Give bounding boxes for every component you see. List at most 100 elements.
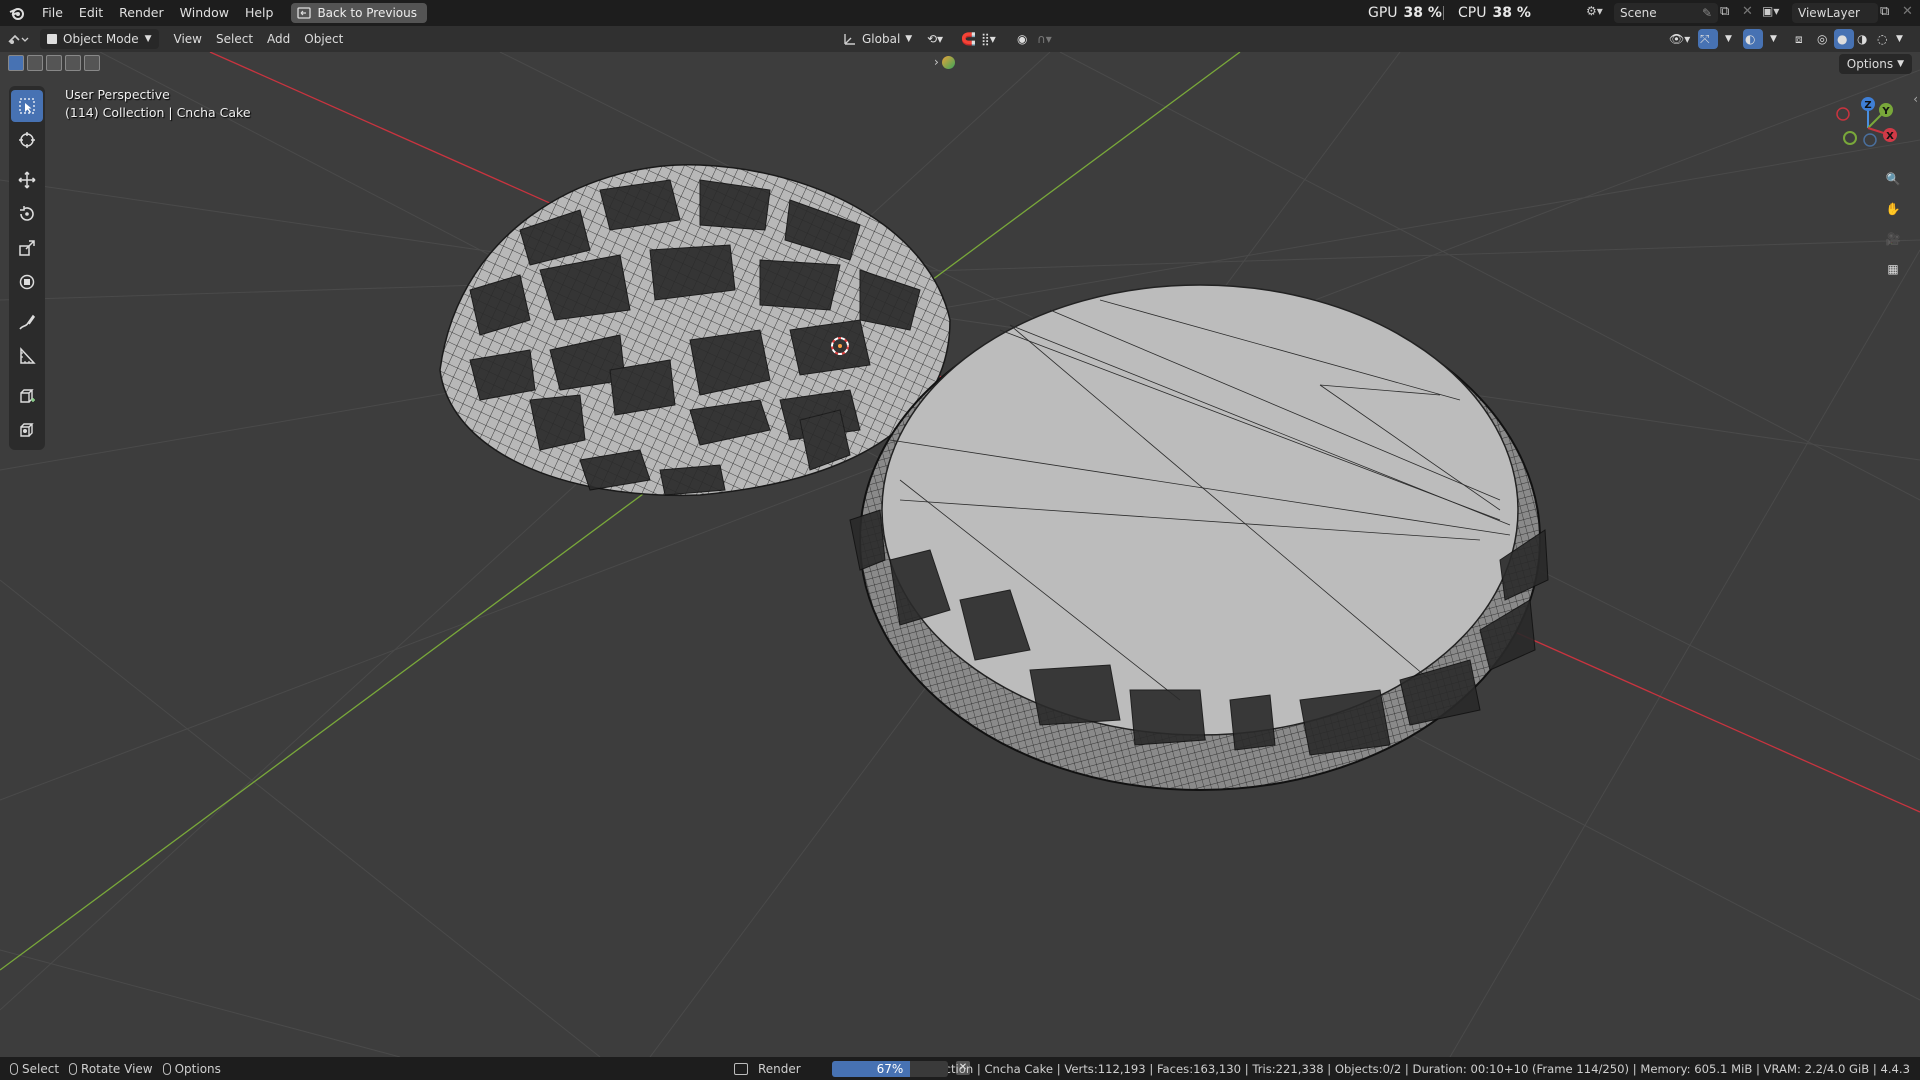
options-label: Options: [1846, 57, 1894, 71]
menu-render[interactable]: Render: [111, 2, 172, 24]
chevron-down-icon: ▼: [144, 34, 152, 44]
snap-target-icon[interactable]: ⣿▾: [974, 29, 1003, 49]
menu-view[interactable]: View: [167, 29, 209, 49]
3d-viewport[interactable]: › Options ▼ ‹ Z Y X 🔍 ✋ 🎥 ▦: [0, 52, 1920, 1057]
svg-text:Z: Z: [1864, 100, 1871, 111]
new-viewlayer-icon[interactable]: ⧉: [1880, 4, 1889, 19]
scene-selector-icon[interactable]: ⚙▾: [1586, 4, 1612, 22]
annotate-tool-icon[interactable]: [11, 306, 43, 338]
object-mode-dropdown[interactable]: Object Mode ▼: [40, 29, 159, 49]
perspective-grid-icon[interactable]: ▦: [1878, 254, 1908, 284]
object-mode-icon: [47, 34, 57, 44]
select-invert-icon[interactable]: [65, 55, 81, 71]
options-dropdown[interactable]: Options ▼: [1838, 54, 1912, 74]
delete-scene-icon[interactable]: ✕: [1742, 4, 1753, 19]
blender-logo-icon[interactable]: [0, 5, 34, 21]
viewport-scene: [0, 52, 1920, 1057]
delete-viewlayer-icon[interactable]: ✕: [1902, 4, 1913, 19]
scale-tool-icon[interactable]: [11, 232, 43, 264]
mouse-middle-icon: [69, 1062, 78, 1075]
back-to-previous-button[interactable]: Back to Previous: [291, 3, 427, 23]
rendered-shading-icon[interactable]: ◌: [1874, 29, 1894, 49]
material-shading-icon[interactable]: ◑: [1854, 29, 1874, 49]
orientation-axes-icon: [844, 34, 855, 45]
cpu-value: 38 %: [1492, 5, 1531, 21]
render-progress-text: 67%: [876, 1062, 904, 1076]
region-toggle-icon[interactable]: ›: [934, 55, 955, 69]
menu-help[interactable]: Help: [237, 2, 282, 24]
scene-name: Scene: [1620, 6, 1657, 20]
svg-text:Y: Y: [1881, 106, 1890, 117]
menu-file[interactable]: File: [34, 2, 71, 24]
xray-toggle-icon[interactable]: ⧈: [1788, 29, 1810, 49]
back-to-previous-label: Back to Previous: [317, 6, 417, 20]
render-progress-bar: 67%: [832, 1061, 948, 1077]
shading-dropdown-icon[interactable]: ▼: [1894, 29, 1910, 49]
new-scene-icon[interactable]: ⧉: [1720, 4, 1729, 19]
overlays-toggle-icon[interactable]: ◐: [1743, 29, 1763, 49]
select-box-tool-icon[interactable]: [11, 90, 43, 122]
hint-select-label: Select: [22, 1061, 60, 1076]
chevron-down-icon: ▼: [905, 34, 913, 44]
select-intersect-icon[interactable]: [84, 55, 100, 71]
editor-type-icon[interactable]: [0, 29, 36, 49]
pivot-point-icon[interactable]: ⟲▾: [920, 29, 950, 49]
sidebar-toggle-icon[interactable]: ‹: [1913, 92, 1918, 106]
transform-tool-icon[interactable]: [11, 266, 43, 298]
add-cube-tool-icon[interactable]: [11, 380, 43, 412]
hint-options-label: Options: [174, 1061, 221, 1076]
cpu-label: CPU: [1458, 5, 1487, 21]
falloff-icon[interactable]: ∩▾: [1030, 29, 1059, 49]
cake-mesh[interactable]: [849, 284, 1549, 791]
menu-add[interactable]: Add: [260, 29, 297, 49]
status-hint-options: Options: [162, 1061, 221, 1076]
rotate-tool-icon[interactable]: [11, 198, 43, 230]
viewport-info: User Perspective (114) Collection | Cnch…: [65, 86, 251, 122]
measure-tool-icon[interactable]: [11, 340, 43, 372]
pin-icon[interactable]: ✎: [1702, 6, 1712, 20]
solid-shading-icon[interactable]: ●: [1834, 29, 1854, 49]
navigation-gizmo[interactable]: Z Y X: [1832, 92, 1902, 162]
transform-orientation-dropdown[interactable]: Global ▼: [836, 29, 919, 49]
overlays-dropdown-icon[interactable]: ▼: [1763, 29, 1784, 49]
camera-view-icon[interactable]: 🎥: [1878, 224, 1908, 254]
object-tool-icon[interactable]: [11, 414, 43, 446]
wireframe-shading-icon[interactable]: ◎: [1814, 29, 1834, 49]
asset-shelf-icon: [941, 55, 955, 69]
cursor-tool-icon[interactable]: [11, 124, 43, 156]
svg-text:X: X: [1886, 131, 1894, 142]
mouse-right-icon: [162, 1062, 171, 1075]
menu-object[interactable]: Object: [297, 29, 350, 49]
gizmo-toggle-icon[interactable]: ⤧: [1698, 29, 1718, 49]
cpu-usage: CPU 38 %: [1458, 0, 1531, 26]
tool-shelf: [9, 86, 45, 450]
viewlayer-field[interactable]: ViewLayer: [1792, 3, 1878, 23]
menu-window[interactable]: Window: [172, 2, 237, 24]
select-extend-icon[interactable]: [27, 55, 43, 71]
pan-hand-icon[interactable]: ✋: [1878, 194, 1908, 224]
scene-field[interactable]: Scene ✎: [1614, 3, 1718, 23]
move-tool-icon[interactable]: [11, 164, 43, 196]
dome-mesh[interactable]: [439, 163, 951, 497]
hint-rotate-label: Rotate View: [81, 1061, 153, 1076]
viewport-header: Object Mode ▼ View Select Add Object Glo…: [0, 26, 1920, 52]
screen-icon: [297, 7, 312, 19]
select-subtract-icon[interactable]: [46, 55, 62, 71]
status-bar: Select Rotate View Options Render ✕ Coll…: [0, 1057, 1920, 1080]
selection-mode-group: [8, 55, 100, 71]
menu-edit[interactable]: Edit: [71, 2, 111, 24]
menu-select[interactable]: Select: [209, 29, 260, 49]
object-mode-label: Object Mode: [63, 32, 139, 46]
status-hint-rotate: Rotate View: [69, 1062, 153, 1076]
perf-divider: [1443, 6, 1444, 20]
viewlayer-selector-icon[interactable]: ▣▾: [1762, 4, 1788, 18]
status-hint-select: Select: [10, 1062, 59, 1076]
select-new-icon[interactable]: [8, 55, 24, 71]
gizmo-dropdown-icon[interactable]: ▼: [1718, 29, 1739, 49]
visibility-icon[interactable]: 👁▾: [1662, 29, 1697, 49]
gpu-value: 38 %: [1403, 5, 1442, 21]
render-icon: [734, 1062, 748, 1075]
mouse-left-icon: [10, 1062, 18, 1075]
zoom-icon[interactable]: 🔍: [1878, 164, 1908, 194]
gpu-usage: GPU 38 %: [1368, 0, 1442, 26]
